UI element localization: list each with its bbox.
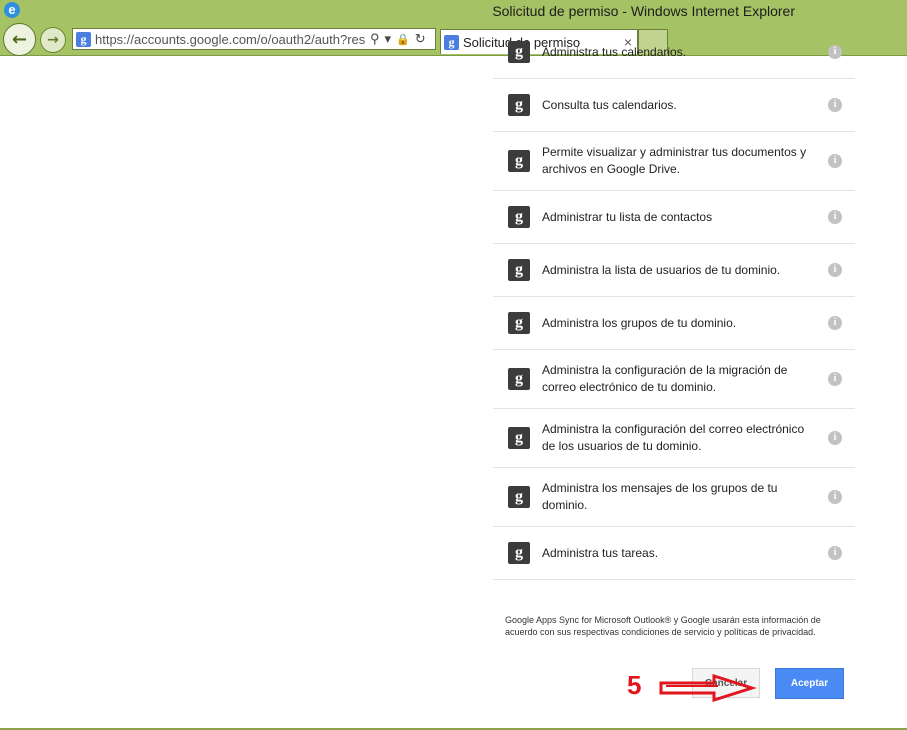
permission-item: g Administra la lista de usuarios de tu d… [493, 244, 855, 297]
permission-item: g Administra tus tareas. i [493, 527, 855, 580]
permission-text: Administra los grupos de tu dominio. [542, 315, 737, 330]
google-favicon-icon: g [76, 31, 91, 47]
step-number-annotation: 5 [627, 670, 642, 700]
google-g-icon: g [508, 368, 530, 390]
forward-arrow-icon: → [47, 32, 59, 48]
permission-text: Administra la configuración de la migrac… [542, 363, 788, 394]
address-bar[interactable]: g https://accounts.google.com/o/oauth2/a… [72, 28, 436, 50]
permission-text: Permite visualizar y administrar tus doc… [542, 145, 807, 176]
info-icon[interactable]: i [828, 546, 842, 560]
info-icon[interactable]: i [828, 490, 842, 504]
google-g-icon: g [508, 94, 530, 116]
permission-text: Administrar tu lista de contactos [542, 209, 713, 224]
google-favicon-icon: g [444, 34, 459, 50]
permission-text: Administra los mensajes de los grupos de… [542, 481, 778, 512]
info-icon[interactable]: i [828, 431, 842, 445]
google-g-icon: g [508, 427, 530, 449]
refresh-icon[interactable]: ↻ [415, 31, 426, 47]
page-content: g Administra tus calendarios. i g Consulta t… [0, 41, 907, 730]
info-icon[interactable]: i [828, 372, 842, 386]
forward-button[interactable]: → [40, 27, 66, 53]
permission-list: g Administra tus calendarios. i g Consulta t… [493, 26, 855, 580]
info-icon[interactable]: i [828, 316, 842, 330]
permission-item: g Administrar tu lista de contactos i [493, 191, 855, 244]
google-g-icon: g [508, 150, 530, 172]
window-title: Solicitud de permiso - Windows Internet … [492, 3, 795, 19]
disclaimer-text: Google Apps Sync for Microsoft Outlook® … [505, 615, 821, 637]
permission-text: Administra la lista de usuarios de tu do… [542, 262, 781, 277]
lock-icon[interactable]: 🔒 [396, 33, 410, 46]
permission-item: g Administra los mensajes de los grupos d… [493, 468, 855, 527]
google-g-icon: g [508, 41, 530, 63]
permission-item: g Administra la configuración del correo … [493, 409, 855, 468]
permission-text: Administra la configuración del correo e… [542, 422, 805, 453]
permission-item: g Administra los grupos de tu dominio. i [493, 297, 855, 350]
info-icon[interactable]: i [828, 154, 842, 168]
info-icon[interactable]: i [828, 45, 842, 59]
dropdown-icon[interactable]: ▾ [385, 31, 392, 47]
info-icon[interactable]: i [828, 263, 842, 277]
permission-text: Consulta tus calendarios. [542, 97, 677, 112]
permission-text: Administra tus calendarios. [542, 44, 687, 59]
google-g-icon: g [508, 312, 530, 334]
permission-text: Administra tus tareas. [542, 545, 659, 560]
google-g-icon: g [508, 542, 530, 564]
red-arrow-annotation-icon [659, 674, 756, 702]
permission-item: g Permite visualizar y administrar tus do… [493, 132, 855, 191]
permission-item: g Administra tus calendarios. i [493, 26, 855, 79]
url-text[interactable]: https://accounts.google.com/o/oauth2/aut… [95, 32, 365, 47]
google-g-icon: g [508, 259, 530, 281]
info-icon[interactable]: i [828, 210, 842, 224]
accept-button[interactable]: Aceptar [775, 668, 844, 699]
google-g-icon: g [508, 486, 530, 508]
search-icon[interactable]: ⚲ [370, 31, 380, 47]
permission-item: g Administra la configuración de la migra… [493, 350, 855, 409]
back-arrow-icon: ← [11, 29, 28, 50]
permission-item: g Consulta tus calendarios. i [493, 79, 855, 132]
google-g-icon: g [508, 206, 530, 228]
info-icon[interactable]: i [828, 98, 842, 112]
back-button[interactable]: ← [3, 23, 36, 56]
